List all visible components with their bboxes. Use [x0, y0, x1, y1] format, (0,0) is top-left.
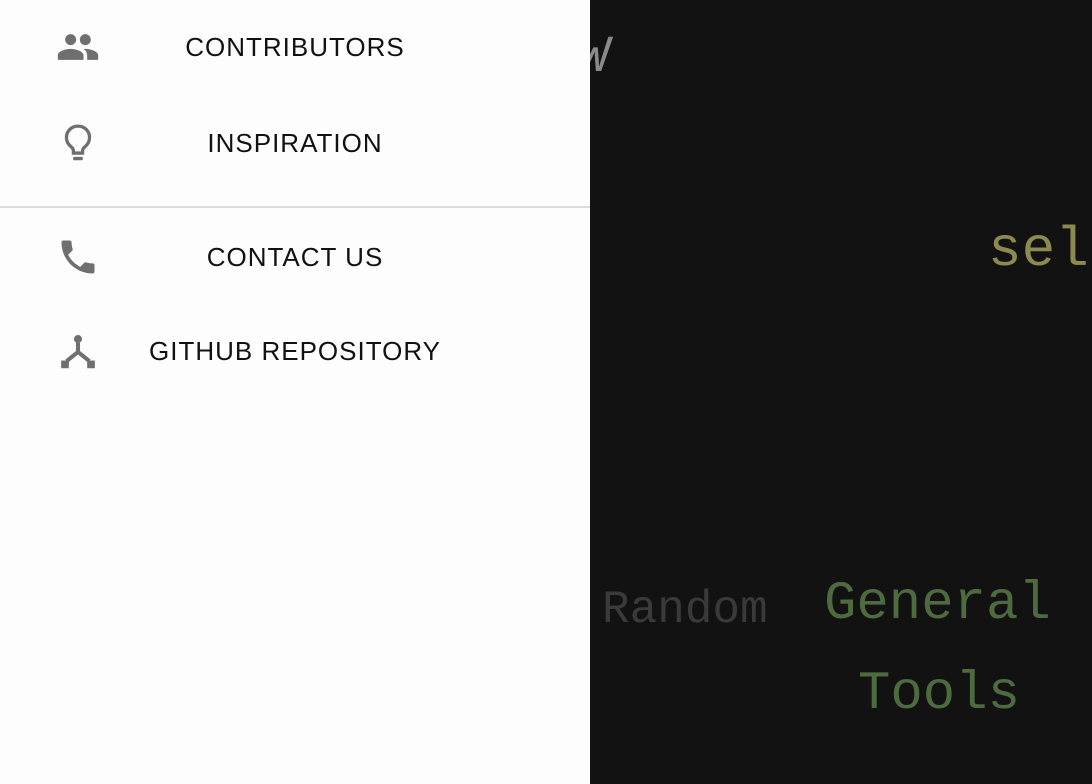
tag-tools[interactable]: Tools: [858, 664, 1020, 725]
background-select-text: sel: [988, 218, 1089, 282]
drawer-item-contributors[interactable]: CONTRIBUTORS: [0, 0, 590, 94]
tag-general[interactable]: General: [824, 574, 1051, 635]
background-cut-glyph: W: [590, 28, 609, 87]
drawer-item-label: CONTACT US: [206, 242, 384, 272]
background-page: W sel Random General Tools: [590, 0, 1092, 784]
drawer-item-inspiration[interactable]: INSPIRATION: [0, 96, 590, 190]
drawer-item-label: INSPIRATION: [207, 128, 383, 158]
drawer-item-github-repository[interactable]: GITHUB REPOSITORY: [0, 304, 590, 398]
navigation-drawer: CONTRIBUTORS INSPIRATION CONTACT US GITH…: [0, 0, 590, 784]
drawer-item-label: GITHUB REPOSITORY: [149, 336, 441, 366]
drawer-item-contact-us[interactable]: CONTACT US: [0, 210, 590, 304]
drawer-item-label: CONTRIBUTORS: [185, 32, 405, 62]
tag-random[interactable]: Random: [602, 584, 768, 636]
app: CONTRIBUTORS INSPIRATION CONTACT US GITH…: [0, 0, 1092, 784]
drawer-divider: [0, 206, 590, 208]
